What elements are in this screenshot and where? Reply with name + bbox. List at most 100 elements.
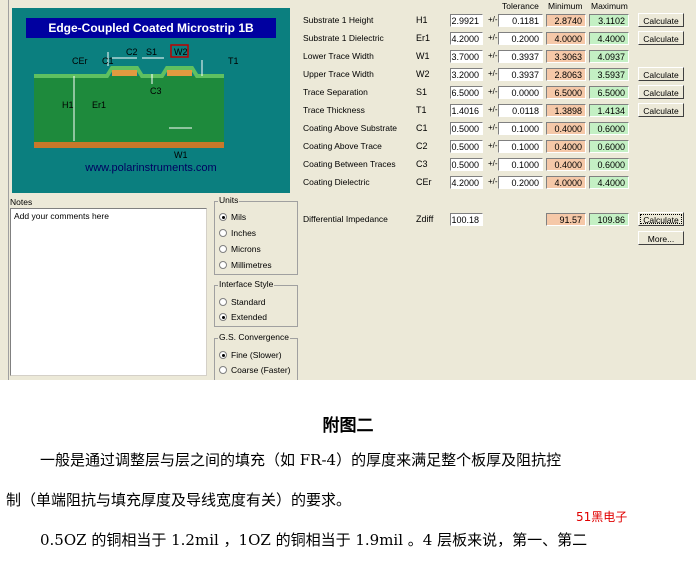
param-value-field[interactable]: 0.5000: [450, 140, 483, 153]
plus-minus-label: +/-: [488, 105, 498, 114]
param-max-field: 4.0937: [589, 50, 629, 63]
param-value-field[interactable]: 3.2000: [450, 68, 483, 81]
unit-option-inches[interactable]: Inches: [219, 227, 256, 239]
param-label: Coating Above Trace: [303, 141, 382, 151]
param-symbol: Er1: [416, 33, 431, 43]
plus-minus-label: +/-: [488, 123, 498, 132]
param-max-field: 6.5000: [589, 86, 629, 99]
param-symbol: C1: [416, 123, 428, 133]
param-label: Coating Between Traces: [303, 159, 396, 169]
gs-convergence-label: G.S. Convergence: [218, 332, 290, 342]
paragraph-line-2: 制（单端阻抗与填充厚度及导线宽度有关）的要求。: [6, 491, 352, 509]
param-symbol: W2: [416, 69, 430, 79]
website-url: www.polarinstruments.com: [85, 162, 217, 174]
param-max-field: 3.1102: [589, 14, 629, 27]
param-value-field[interactable]: 0.5000: [450, 122, 483, 135]
plus-minus-label: +/-: [488, 51, 498, 60]
param-min-field: 0.4000: [546, 158, 586, 171]
label-cer: CEr: [72, 56, 88, 66]
zdiff-max-field: 109.86: [589, 213, 629, 226]
param-tolerance-field[interactable]: 0.0000: [498, 86, 543, 99]
ground-plane-shape: [34, 142, 224, 148]
param-max-field: 0.6000: [589, 122, 629, 135]
param-max-field: 1.4134: [589, 104, 629, 117]
style-option-standard[interactable]: Standard: [219, 296, 266, 308]
header-minimum: Minimum: [548, 1, 583, 11]
label-c3: C3: [150, 86, 162, 96]
param-label: Coating Dielectric: [303, 177, 370, 187]
label-h1: H1: [62, 100, 74, 110]
param-tolerance-field[interactable]: 0.3937: [498, 50, 543, 63]
calculate-button[interactable]: Calculate: [638, 85, 684, 99]
param-max-field: 0.6000: [589, 140, 629, 153]
param-tolerance-field[interactable]: 0.3937: [498, 68, 543, 81]
gs-option-coarse[interactable]: Coarse (Faster): [219, 364, 291, 376]
unit-option-millimetres[interactable]: Millimetres: [219, 259, 272, 271]
plus-minus-label: +/-: [488, 15, 498, 24]
param-tolerance-field[interactable]: 0.0118: [498, 104, 543, 117]
calculate-button[interactable]: Calculate: [638, 13, 684, 27]
label-c1: C1: [102, 56, 114, 66]
plus-minus-label: +/-: [488, 141, 498, 150]
zdiff-value-field[interactable]: 100.18: [450, 213, 483, 226]
param-value-field[interactable]: 3.7000: [450, 50, 483, 63]
calculate-zdiff-button[interactable]: Calculate: [638, 212, 684, 226]
param-value-field[interactable]: 6.5000: [450, 86, 483, 99]
watermark: 51黑电子: [576, 510, 628, 524]
zdiff-symbol: Zdiff: [416, 214, 434, 224]
param-value-field[interactable]: 4.2000: [450, 32, 483, 45]
trace-right-shape: [167, 70, 192, 76]
param-symbol: W1: [416, 51, 430, 61]
param-tolerance-field[interactable]: 0.1000: [498, 158, 543, 171]
param-label: Substrate 1 Dielectric: [303, 33, 384, 43]
param-min-field: 2.8063: [546, 68, 586, 81]
param-value-field[interactable]: 2.9921: [450, 14, 483, 27]
interface-style-group: Interface Style Standard Extended: [214, 279, 298, 327]
plus-minus-label: +/-: [488, 69, 498, 78]
param-tolerance-field[interactable]: 0.1181: [498, 14, 543, 27]
more-button[interactable]: More...: [638, 231, 684, 245]
zdiff-min-field: 91.57: [546, 213, 586, 226]
plus-minus-label: +/-: [488, 87, 498, 96]
param-min-field: 0.4000: [546, 122, 586, 135]
left-scrollbar[interactable]: [0, 0, 9, 380]
param-tolerance-field[interactable]: 0.1000: [498, 140, 543, 153]
param-symbol: C2: [416, 141, 428, 151]
gs-option-fine[interactable]: Fine (Slower): [219, 349, 282, 361]
radio-icon: [219, 260, 227, 269]
param-value-field[interactable]: 4.2000: [450, 176, 483, 189]
param-tolerance-field[interactable]: 0.2000: [498, 32, 543, 45]
style-option-extended[interactable]: Extended: [219, 311, 267, 323]
label-s1: S1: [146, 47, 157, 57]
impedance-calculator-window: Edge-Coupled Coated Microstrip 1B C2 S1 …: [0, 0, 696, 380]
param-symbol: H1: [416, 15, 428, 25]
label-er1: Er1: [92, 100, 106, 110]
interface-style-label: Interface Style: [218, 279, 275, 289]
calculate-button[interactable]: Calculate: [638, 31, 684, 45]
param-tolerance-field[interactable]: 0.1000: [498, 122, 543, 135]
param-max-field: 4.4000: [589, 176, 629, 189]
trace-left-shape: [112, 70, 137, 76]
param-min-field: 2.8740: [546, 14, 586, 27]
param-min-field: 4.0000: [546, 176, 586, 189]
param-min-field: 1.3898: [546, 104, 586, 117]
param-symbol: C3: [416, 159, 428, 169]
param-label: Upper Trace Width: [303, 69, 374, 79]
notes-textarea[interactable]: Add your comments here: [10, 208, 207, 376]
unit-option-microns[interactable]: Microns: [219, 243, 261, 255]
label-t1: T1: [228, 56, 239, 66]
label-c2: C2: [126, 47, 138, 57]
unit-option-mils[interactable]: Mils: [219, 211, 246, 223]
gs-convergence-group: G.S. Convergence Fine (Slower) Coarse (F…: [214, 332, 298, 380]
calculate-button[interactable]: Calculate: [638, 67, 684, 81]
zdiff-label: Differential Impedance: [303, 214, 388, 224]
param-label: Coating Above Substrate: [303, 123, 398, 133]
header-tolerance: Tolerance: [502, 1, 539, 11]
units-group: Units Mils Inches Microns Millimetres: [214, 195, 298, 275]
param-tolerance-field[interactable]: 0.2000: [498, 176, 543, 189]
param-value-field[interactable]: 1.4016: [450, 104, 483, 117]
param-value-field[interactable]: 0.5000: [450, 158, 483, 171]
param-min-field: 3.3063: [546, 50, 586, 63]
radio-icon: [219, 365, 227, 374]
calculate-button[interactable]: Calculate: [638, 103, 684, 117]
